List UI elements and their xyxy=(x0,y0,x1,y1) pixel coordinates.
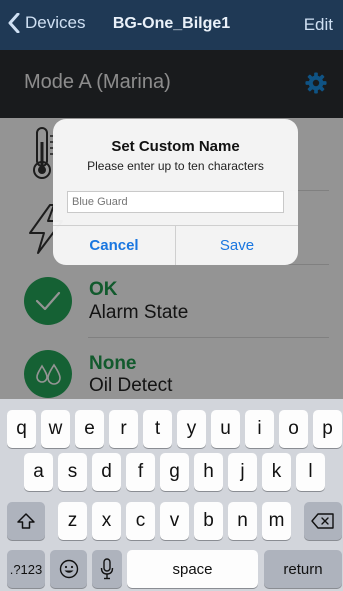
backspace-icon xyxy=(311,513,334,529)
key-h[interactable]: h xyxy=(194,453,223,491)
key-o[interactable]: o xyxy=(279,410,308,448)
dialog-message: Please enter up to ten characters xyxy=(87,159,264,173)
microphone-icon xyxy=(100,558,114,580)
emoji-key[interactable] xyxy=(50,550,87,588)
key-m[interactable]: m xyxy=(262,502,291,540)
key-s[interactable]: s xyxy=(58,453,87,491)
page-title: BG-One_Bilge1 xyxy=(112,15,231,32)
key-u[interactable]: u xyxy=(211,410,240,448)
keyboard: q w e r t y u i o p a s d f g h j k l z … xyxy=(0,399,343,591)
key-g[interactable]: g xyxy=(160,453,189,491)
key-q[interactable]: q xyxy=(7,410,36,448)
key-a[interactable]: a xyxy=(24,453,53,491)
space-key[interactable]: space xyxy=(127,550,258,588)
key-l[interactable]: l xyxy=(296,453,325,491)
key-j[interactable]: j xyxy=(228,453,257,491)
key-b[interactable]: b xyxy=(194,502,223,540)
return-key[interactable]: return xyxy=(264,550,342,588)
key-v[interactable]: v xyxy=(160,502,189,540)
key-n[interactable]: n xyxy=(228,502,257,540)
cancel-button[interactable]: Cancel xyxy=(53,225,175,265)
custom-name-input[interactable] xyxy=(67,191,284,213)
shift-icon xyxy=(17,513,35,529)
key-r[interactable]: r xyxy=(109,410,138,448)
key-k[interactable]: k xyxy=(262,453,291,491)
custom-name-dialog: Set Custom Name Please enter up to ten c… xyxy=(53,119,298,265)
key-f[interactable]: f xyxy=(126,453,155,491)
key-i[interactable]: i xyxy=(245,410,274,448)
key-c[interactable]: c xyxy=(126,502,155,540)
emoji-icon xyxy=(59,559,78,579)
key-w[interactable]: w xyxy=(41,410,70,448)
key-z[interactable]: z xyxy=(58,502,87,540)
backspace-key[interactable] xyxy=(304,502,342,540)
shift-key[interactable] xyxy=(7,502,45,540)
key-t[interactable]: t xyxy=(143,410,172,448)
save-button[interactable]: Save xyxy=(176,225,298,265)
key-p[interactable]: p xyxy=(313,410,342,448)
key-y[interactable]: y xyxy=(177,410,206,448)
key-e[interactable]: e xyxy=(75,410,104,448)
numbers-key[interactable]: .?123 xyxy=(7,550,45,588)
navigation-bar: Devices BG-One_Bilge1 Edit xyxy=(0,0,343,50)
key-x[interactable]: x xyxy=(92,502,121,540)
dialog-title: Set Custom Name xyxy=(111,138,240,155)
key-d[interactable]: d xyxy=(92,453,121,491)
edit-button[interactable]: Edit xyxy=(304,15,333,35)
dictation-key[interactable] xyxy=(92,550,122,588)
